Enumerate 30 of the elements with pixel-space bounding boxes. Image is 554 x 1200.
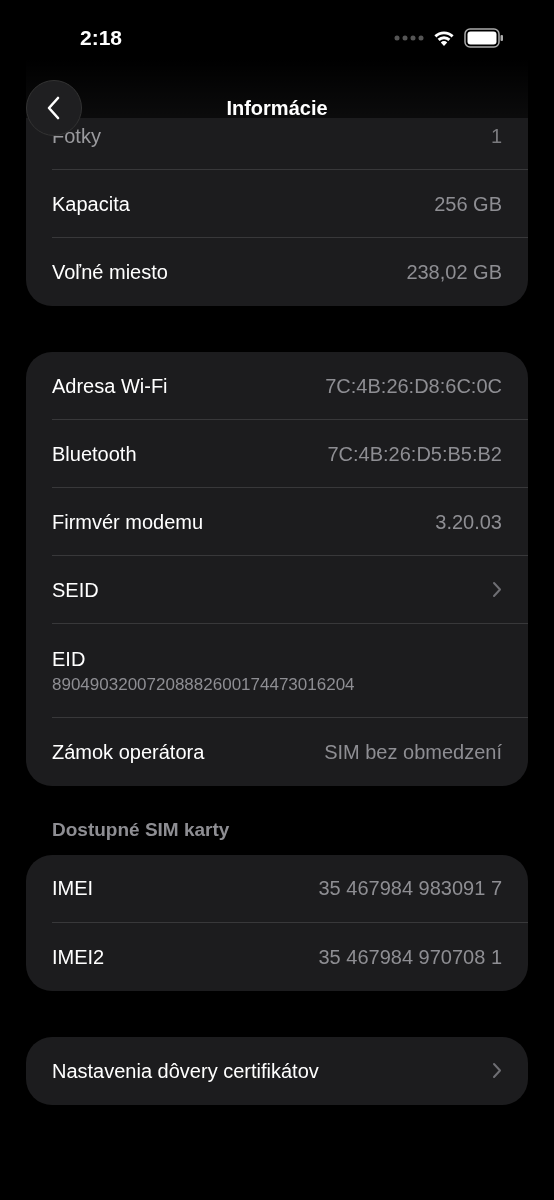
back-icon	[47, 95, 61, 120]
chevron-icon	[492, 581, 502, 598]
section-header: Dostupné SIM karty	[52, 818, 231, 842]
row-label: Nastavenia dôvery certifikátov	[52, 1058, 319, 1084]
battery-icon	[464, 27, 504, 48]
row-value: 7C:4B:26:D5:B5:B2	[327, 441, 502, 467]
row-value: SIM bez obmedzení	[324, 740, 502, 765]
signal-icon	[394, 34, 424, 41]
row-value: 256 GB	[434, 191, 502, 217]
row-value: 3.20.03	[435, 509, 502, 535]
nav-title: Informácie	[226, 95, 328, 121]
row-value: 35 467984 970708 1	[318, 944, 502, 970]
row-label: Adresa Wi-Fi	[52, 373, 168, 399]
wifi-icon	[432, 28, 456, 47]
row-label: SEID	[52, 577, 99, 603]
row-label: Voľné miesto	[52, 260, 168, 285]
row-label: Kapacita	[52, 191, 130, 217]
row-value: 238,02 GB	[406, 260, 502, 285]
row-label: Bluetooth	[52, 441, 137, 467]
row-label: Firmvér modemu	[52, 509, 204, 535]
row-value: 89049032007208882600174473016204	[52, 673, 356, 696]
row-label: EID	[52, 646, 87, 672]
row-label: IMEI2	[52, 944, 105, 970]
row-label: Zámok operátora	[52, 740, 205, 765]
row-value: 35 467984 983091 7	[318, 876, 502, 901]
row-value: 7C:4B:26:D8:6C:0C	[325, 373, 502, 399]
status-time: 2:18	[80, 25, 123, 51]
chevron-icon	[492, 1062, 502, 1079]
row-value: 1	[490, 123, 502, 149]
row-label: IMEI	[52, 876, 94, 901]
